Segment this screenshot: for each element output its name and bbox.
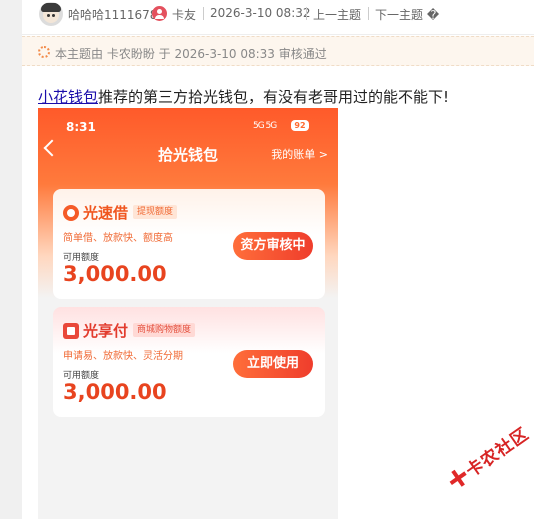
post-content: 小花钱包推荐的第三方拾光钱包，有没有老哥用过的能不能下!: [38, 86, 449, 107]
my-bill-link: 我的账单 >: [271, 148, 328, 161]
post-body-text: 推荐的第三方拾光钱包，有没有老哥用过的能不能下!: [98, 88, 450, 106]
watermark: 卡农社区: [431, 403, 534, 500]
loan-logo-icon: [63, 205, 79, 221]
use-now-button: 立即使用: [233, 350, 313, 378]
status-time: 8:31: [66, 120, 96, 134]
post-link[interactable]: 小花钱包: [38, 88, 98, 106]
post-header: 哈哈哈1111678 卡友 2026-3-10 08:32 上一主题 下一主题 …: [22, 0, 534, 28]
header-divider: [368, 7, 369, 20]
author-role: 卡友: [172, 8, 197, 22]
watermark-text: 卡农社区: [462, 424, 533, 482]
avatar[interactable]: [39, 2, 63, 26]
pay-card: 光享付 商城购物额度 申请易、放款快、灵活分期 可用额度 3,000.00 立即…: [53, 307, 325, 417]
author-username[interactable]: 哈哈哈1111678: [68, 6, 157, 23]
post-date: 2026-3-10 08:32: [210, 6, 311, 20]
post-page: 哈哈哈1111678 卡友 2026-3-10 08:32 上一主题 下一主题 …: [22, 0, 534, 519]
card-tag: 商城购物额度: [133, 323, 196, 337]
battery-icon: 92: [291, 120, 309, 131]
card-desc: 简单借、放款快、额度高: [63, 233, 173, 244]
card-tag: 提现额度: [133, 205, 178, 219]
status-icons: 5G 5G 92: [253, 120, 309, 132]
card-desc: 申请易、放款快、灵活分期: [63, 351, 183, 362]
pay-logo-icon: [63, 323, 79, 339]
signal-icon: 5G 5G: [253, 121, 277, 131]
header-separator: [22, 34, 534, 35]
avatar-eye-left: [47, 14, 50, 17]
avatar-eye-right: [52, 14, 55, 17]
next-topic-link[interactable]: 下一主题 �: [375, 6, 439, 23]
loading-spinner-icon: [38, 46, 50, 58]
limit-amount: 3,000.00: [63, 262, 167, 286]
header-divider: [203, 7, 204, 20]
limit-amount: 3,000.00: [63, 380, 167, 404]
card-name: 光享付: [83, 322, 129, 340]
card-name: 光速借: [83, 204, 129, 222]
audit-notice-text: 本主题由 卡农盼盼 于 2026-3-10 08:33 审核通过: [55, 47, 327, 61]
prev-topic-link[interactable]: 上一主题: [313, 6, 361, 23]
audit-notice: 本主题由 卡农盼盼 于 2026-3-10 08:33 审核通过: [22, 36, 534, 66]
user-role-icon: [152, 6, 167, 21]
review-button: 资方审核中: [233, 232, 313, 260]
embedded-screenshot[interactable]: 8:31 5G 5G 92 拾光钱包 我的账单 > 光速借 提现额度 简单借、放…: [38, 108, 338, 519]
avatar-hair: [41, 3, 61, 12]
loan-card: 光速借 提现额度 简单借、放款快、额度高 可用额度 3,000.00 资方审核中: [53, 189, 325, 299]
header-divider: [306, 7, 307, 20]
